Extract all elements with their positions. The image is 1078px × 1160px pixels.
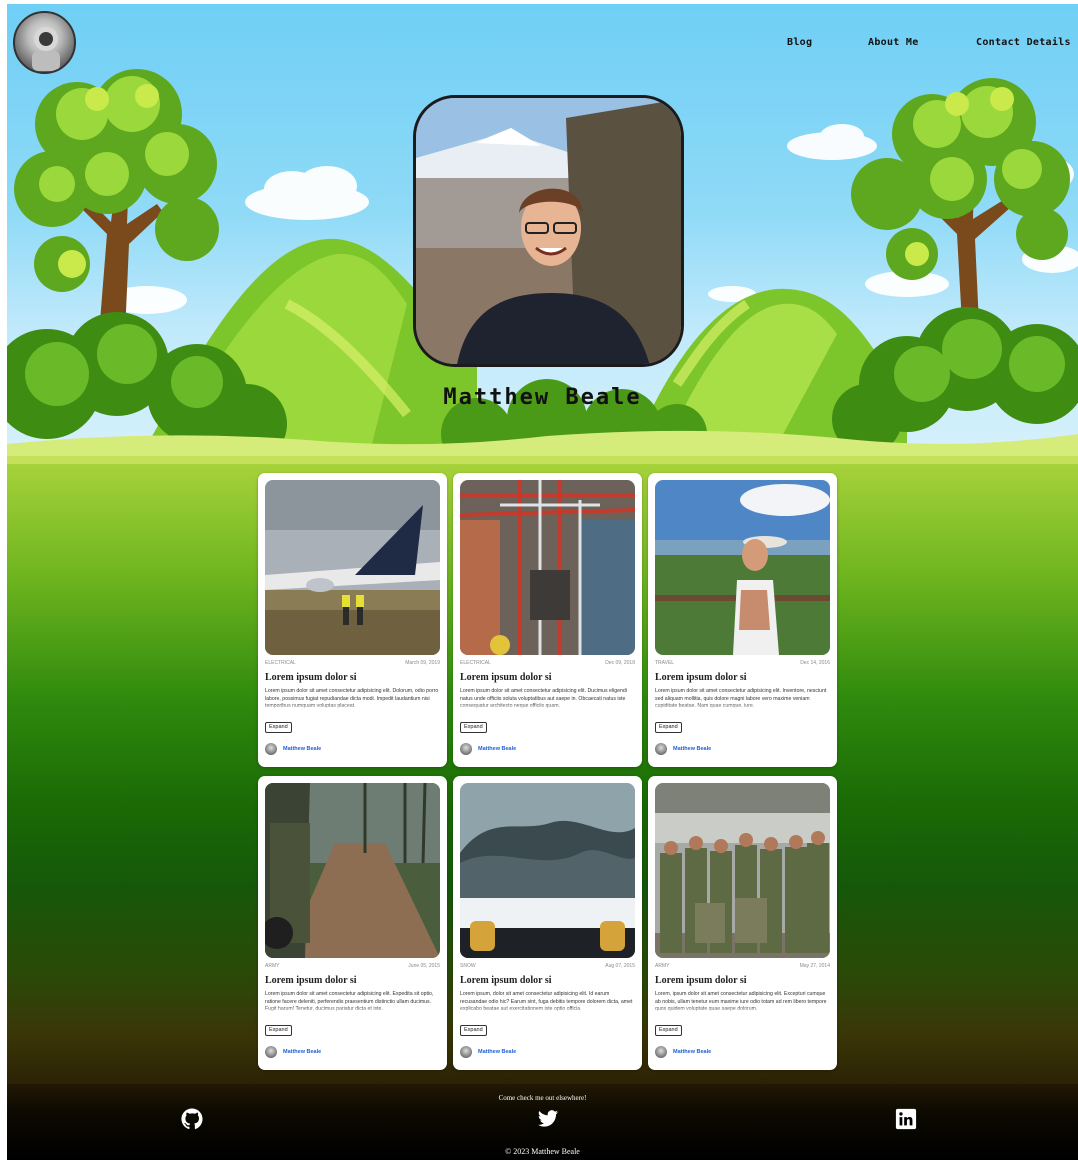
expand-button[interactable]: Expand bbox=[460, 1025, 487, 1036]
post-thumbnail-airplane[interactable] bbox=[265, 480, 440, 655]
post-category: ARMY bbox=[655, 963, 670, 969]
blog-card[interactable]: ARMY May 27, 2014 Lorem ipsum dolor si L… bbox=[648, 776, 837, 1070]
author-link[interactable]: Matthew Beale bbox=[478, 746, 516, 752]
author-link[interactable]: Matthew Beale bbox=[673, 1049, 711, 1055]
post-date: Dec 14, 2016 bbox=[800, 660, 830, 666]
post-date: May 27, 2014 bbox=[799, 963, 830, 969]
post-thumbnail-snow[interactable] bbox=[460, 783, 635, 958]
blog-card[interactable]: SNOW Aug 07, 2015 Lorem ipsum dolor si L… bbox=[453, 776, 642, 1070]
post-thumbnail-pipes[interactable] bbox=[460, 480, 635, 655]
post-category: ELECTRICAL bbox=[265, 660, 296, 666]
author-link[interactable]: Matthew Beale bbox=[673, 746, 711, 752]
blog-card[interactable]: ELECTRICAL Dec 09, 2018 Lorem ipsum dolo… bbox=[453, 473, 642, 767]
author-avatar bbox=[655, 743, 667, 755]
post-meta: ARMY June 05, 2015 bbox=[265, 963, 440, 969]
expand-button[interactable]: Expand bbox=[460, 722, 487, 733]
post-meta: ARMY May 27, 2014 bbox=[655, 963, 830, 969]
blog-card[interactable]: ARMY June 05, 2015 Lorem ipsum dolor si … bbox=[258, 776, 447, 1070]
post-date: Aug 07, 2015 bbox=[605, 963, 635, 969]
author-avatar bbox=[460, 743, 472, 755]
expand-button[interactable]: Expand bbox=[265, 722, 292, 733]
post-meta: ELECTRICAL Dec 09, 2018 bbox=[460, 660, 635, 666]
post-title[interactable]: Lorem ipsum dolor si bbox=[460, 672, 552, 683]
post-excerpt: Lorem ipsum dolor sit amet consectetur a… bbox=[265, 991, 440, 1015]
author-link[interactable]: Matthew Beale bbox=[283, 746, 321, 752]
site-footer: Come check me out elsewhere! © 2023 Matt… bbox=[7, 1084, 1078, 1160]
post-thumbnail-army-road[interactable] bbox=[265, 783, 440, 958]
expand-button[interactable]: Expand bbox=[655, 722, 682, 733]
nav-contact-link[interactable]: Contact Details bbox=[976, 37, 1071, 48]
footer-copyright: © 2023 Matthew Beale bbox=[505, 1147, 580, 1156]
profile-photo bbox=[413, 95, 684, 367]
post-date: March 09, 2019 bbox=[405, 660, 440, 666]
author-avatar bbox=[460, 1046, 472, 1058]
expand-button[interactable]: Expand bbox=[265, 1025, 292, 1036]
post-excerpt: Lorem ipsum dolor sit amet consectetur a… bbox=[460, 688, 635, 712]
post-excerpt: Lorem ipsum dolor sit amet consectetur a… bbox=[265, 688, 440, 712]
post-category: ARMY bbox=[265, 963, 280, 969]
post-meta: ELECTRICAL March 09, 2019 bbox=[265, 660, 440, 666]
blog-card[interactable]: ELECTRICAL March 09, 2019 Lorem ipsum do… bbox=[258, 473, 447, 767]
author-link[interactable]: Matthew Beale bbox=[478, 1049, 516, 1055]
blog-card[interactable]: TRAVEL Dec 14, 2016 Lorem ipsum dolor si… bbox=[648, 473, 837, 767]
nav-about-link[interactable]: About Me bbox=[868, 37, 919, 48]
linkedin-icon[interactable] bbox=[895, 1108, 917, 1130]
hero-name: Matthew Beale bbox=[443, 385, 642, 410]
author-avatar bbox=[265, 1046, 277, 1058]
post-meta: TRAVEL Dec 14, 2016 bbox=[655, 660, 830, 666]
post-excerpt: Lorem ipsum dolor sit amet consectetur a… bbox=[655, 688, 830, 712]
hero-banner: Blog About Me Contact Details Matthew Be… bbox=[7, 4, 1078, 464]
author-link[interactable]: Matthew Beale bbox=[283, 1049, 321, 1055]
post-title[interactable]: Lorem ipsum dolor si bbox=[265, 975, 357, 986]
post-category: ELECTRICAL bbox=[460, 660, 491, 666]
post-category: TRAVEL bbox=[655, 660, 675, 666]
post-thumbnail-army-group[interactable] bbox=[655, 783, 830, 958]
github-icon[interactable] bbox=[181, 1108, 203, 1130]
post-category: SNOW bbox=[460, 963, 476, 969]
post-excerpt: Lorem ipsum, dolor sit amet consectetur … bbox=[460, 991, 635, 1015]
post-title[interactable]: Lorem ipsum dolor si bbox=[655, 672, 747, 683]
footer-tagline: Come check me out elsewhere! bbox=[498, 1094, 587, 1102]
post-excerpt: Lorem, ipsum dolor sit amet consectetur … bbox=[655, 991, 830, 1015]
blog-section: ELECTRICAL March 09, 2019 Lorem ipsum do… bbox=[7, 464, 1078, 1084]
post-date: June 05, 2015 bbox=[408, 963, 440, 969]
author-avatar bbox=[655, 1046, 667, 1058]
site-logo-avatar[interactable] bbox=[13, 11, 76, 74]
post-date: Dec 09, 2018 bbox=[605, 660, 635, 666]
post-thumbnail-travel[interactable] bbox=[655, 480, 830, 655]
post-meta: SNOW Aug 07, 2015 bbox=[460, 963, 635, 969]
twitter-icon[interactable] bbox=[537, 1108, 559, 1130]
post-title[interactable]: Lorem ipsum dolor si bbox=[655, 975, 747, 986]
post-title[interactable]: Lorem ipsum dolor si bbox=[265, 672, 357, 683]
nav-blog-link[interactable]: Blog bbox=[787, 37, 812, 48]
author-avatar bbox=[265, 743, 277, 755]
expand-button[interactable]: Expand bbox=[655, 1025, 682, 1036]
page: Blog About Me Contact Details Matthew Be… bbox=[7, 4, 1078, 1160]
post-title[interactable]: Lorem ipsum dolor si bbox=[460, 975, 552, 986]
